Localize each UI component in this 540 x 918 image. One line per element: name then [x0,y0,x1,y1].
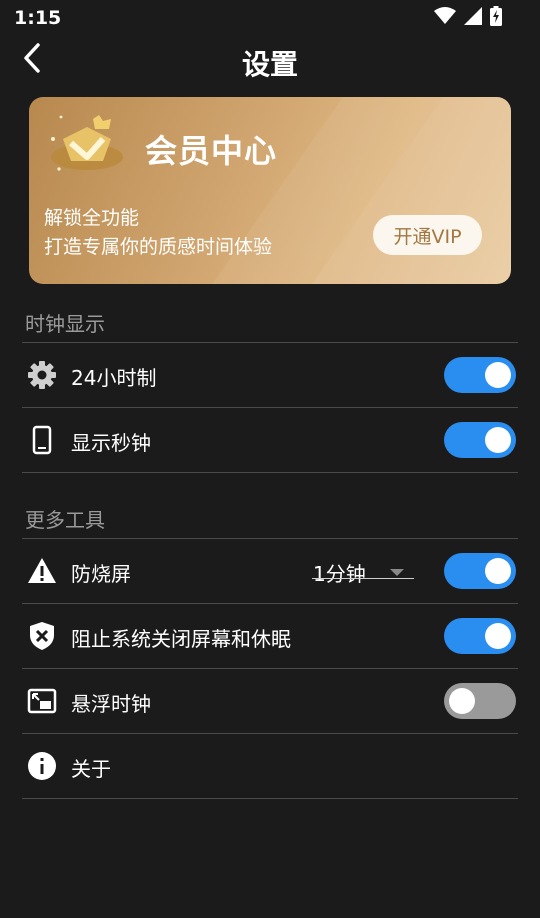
vip-crown-badge-icon [41,109,131,181]
setting-row-keep-screen-on[interactable]: 阻止系统关闭屏幕和休眠 [22,604,518,668]
toggle-24-hour[interactable] [444,357,516,393]
info-icon [26,750,58,782]
status-time: 1:15 [14,7,62,29]
setting-label: 关于 [71,757,111,781]
toggle-keep-screen-on[interactable] [444,618,516,654]
setting-label: 防烧屏 [71,562,131,586]
toggle-burn-in-protection[interactable] [444,553,516,589]
setting-row-about[interactable]: 关于 [22,734,518,798]
setting-label: 24小时制 [71,366,157,390]
setting-row-24-hour[interactable]: 24小时制 [22,343,518,407]
open-vip-button[interactable]: 开通VIP [373,215,482,255]
phone-icon [26,424,58,456]
interval-value: 1分钟 [313,562,366,586]
section-header-clock-display: 时钟显示 [25,312,105,336]
vip-card-title: 会员中心 [145,132,278,170]
toggle-show-seconds[interactable] [444,422,516,458]
shield-x-icon [26,620,58,652]
setting-label: 悬浮时钟 [71,692,151,716]
section-header-more-tools: 更多工具 [25,508,105,532]
gear-icon [26,359,58,391]
toggle-floating-clock[interactable] [444,683,516,719]
caret-down-icon [390,569,404,576]
signal-icon [464,7,482,29]
interval-dropdown[interactable]: 1分钟 [312,557,416,586]
page-title: 设置 [241,48,298,81]
warning-icon [26,555,58,587]
vip-card-subtitle-2: 打造专属你的质感时间体验 [44,236,273,258]
vip-center-card[interactable]: 会员中心 解锁全功能 打造专属你的质感时间体验 开通VIP [29,97,511,284]
setting-row-burn-in-protection[interactable]: 防烧屏 1分钟 [22,539,518,603]
divider [22,472,518,473]
vip-card-subtitle-1: 解锁全功能 [44,207,140,229]
battery-charging-icon [490,6,502,30]
setting-label: 阻止系统关闭屏幕和休眠 [71,627,291,651]
setting-label: 显示秒钟 [71,431,151,455]
setting-row-show-seconds[interactable]: 显示秒钟 [22,408,518,472]
divider [22,798,518,799]
status-bar: 1:15 [0,0,540,36]
app-bar: 设置 [0,36,540,84]
picture-in-picture-icon [26,685,58,717]
wifi-icon [434,7,456,29]
setting-row-floating-clock[interactable]: 悬浮时钟 [22,669,518,733]
